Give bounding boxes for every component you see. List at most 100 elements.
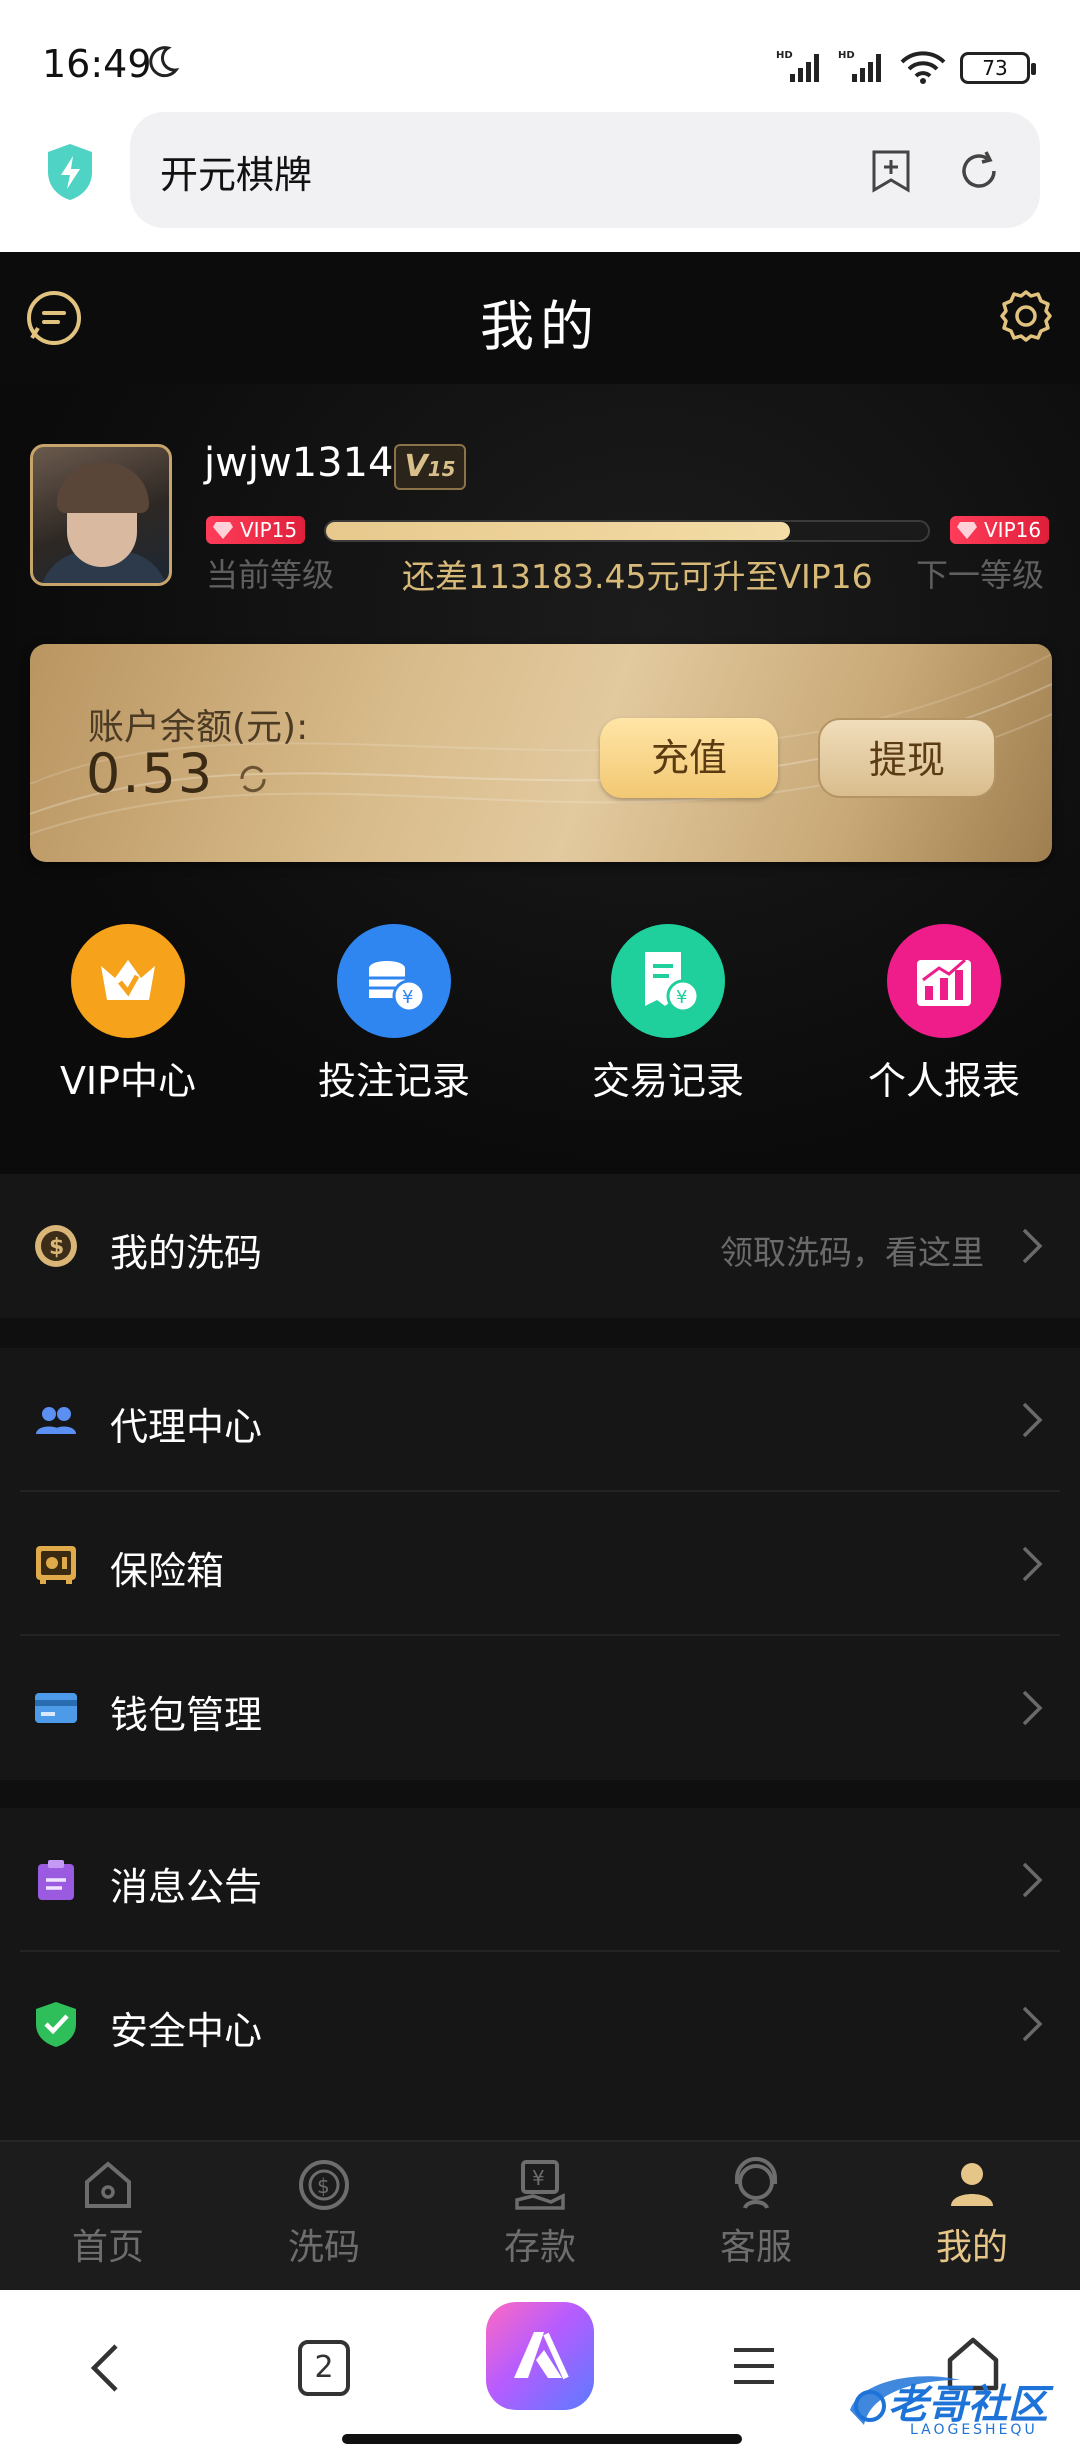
- tab-wash[interactable]: $ 洗码: [216, 2156, 432, 2270]
- menu-label: 消息公告: [110, 1865, 263, 1909]
- coins-icon: ¥: [337, 924, 451, 1038]
- shield-check-icon: [36, 2002, 76, 2047]
- users-icon: [36, 1407, 76, 1434]
- cell-signal-2-icon: HD: [838, 50, 881, 82]
- withdraw-button[interactable]: 提现: [818, 718, 996, 798]
- chevron-right-icon: [1022, 1690, 1043, 1726]
- cell-signal-icon: HD: [776, 50, 819, 82]
- menu-label: 安全中心: [110, 2009, 263, 2053]
- diamond-icon: [957, 522, 977, 539]
- app-header: 我的: [0, 252, 1080, 384]
- svg-text:$: $: [317, 2174, 330, 2198]
- page-title: 我的: [480, 295, 600, 358]
- svg-text:HD: HD: [838, 50, 855, 61]
- home-icon: [85, 2161, 131, 2208]
- status-time: 16:49: [42, 42, 152, 86]
- tab-label: 我的: [935, 2227, 1008, 2268]
- gear-icon[interactable]: [996, 286, 1056, 346]
- tab-mine[interactable]: 我的: [864, 2156, 1080, 2270]
- deposit-icon: ¥: [515, 2160, 565, 2210]
- tab-support[interactable]: 客服: [648, 2156, 864, 2270]
- system-navigation-bar: 2 老哥社区 LAOGESHEQU: [0, 2290, 1080, 2460]
- svg-text:HD: HD: [776, 50, 793, 61]
- menu-label: 代理中心: [110, 1405, 263, 1449]
- balance-card: 账户余额(元): 0.53 充值 提现: [30, 644, 1052, 862]
- quick-transaction-records[interactable]: ¥ 交易记录: [558, 924, 778, 1105]
- menu-label: 我的洗码: [110, 1231, 263, 1275]
- status-bar: 16:49 HD HD 73: [0, 0, 1080, 110]
- reload-icon[interactable]: [956, 148, 1002, 194]
- tab-label: 客服: [719, 2227, 792, 2268]
- menu-label: 钱包管理: [110, 1693, 263, 1737]
- tab-label: 首页: [71, 2227, 144, 2268]
- avatar[interactable]: [30, 444, 172, 586]
- menu-icon[interactable]: [730, 2342, 778, 2390]
- vip-progress-bar: [324, 520, 930, 542]
- wifi-icon: [900, 51, 946, 84]
- watermark-logo: 老哥社区 LAOGESHEQU: [840, 2364, 1070, 2448]
- menu-item-wash[interactable]: $ 我的洗码 领取洗码，看这里: [20, 1174, 1060, 1318]
- balance-amount: 0.53: [86, 742, 215, 805]
- refresh-icon[interactable]: [236, 762, 270, 796]
- svg-text:¥: ¥: [676, 987, 687, 1008]
- quick-label: 投注记录: [317, 1059, 470, 1103]
- chevron-right-icon: [1022, 1546, 1043, 1582]
- current-level-label: 当前等级: [206, 556, 335, 594]
- back-icon[interactable]: [86, 2340, 126, 2396]
- wash-icon: $: [299, 2160, 349, 2210]
- tab-deposit[interactable]: ¥ 存款: [432, 2156, 648, 2270]
- menu-item-safe[interactable]: 保险箱: [20, 1492, 1060, 1636]
- chevron-right-icon: [1022, 1862, 1043, 1898]
- menu-item-wallet[interactable]: 钱包管理: [20, 1636, 1060, 1780]
- tabs-count-button[interactable]: 2: [298, 2340, 350, 2396]
- quick-vip-center[interactable]: VIP中心: [18, 924, 238, 1105]
- address-bar[interactable]: 开元棋牌: [130, 112, 1040, 228]
- battery-indicator: 73: [960, 52, 1036, 84]
- page-title-text: 开元棋牌: [160, 153, 313, 197]
- clipboard-icon: [38, 1860, 74, 1900]
- svg-text:$: $: [49, 1235, 64, 1260]
- quick-personal-report[interactable]: 个人报表: [834, 924, 1054, 1105]
- tab-label: 洗码: [287, 2227, 360, 2268]
- browser-bar: 开元棋牌: [0, 110, 1080, 252]
- safe-icon: [36, 1546, 76, 1584]
- shield-icon[interactable]: [44, 142, 96, 202]
- chevron-right-icon: [1022, 2006, 1043, 2042]
- dollar-coin-icon: $: [35, 1225, 77, 1267]
- menu-group-wash: $ 我的洗码 领取洗码，看这里: [0, 1174, 1080, 1318]
- vip-level-badge: V15: [394, 444, 466, 490]
- profile-section: jwjw1314 V15 VIP15 VIP16 当前等级 还差113183.4…: [0, 384, 1080, 1174]
- svg-text:¥: ¥: [532, 2166, 545, 2190]
- card-icon: [35, 1693, 77, 1723]
- menu-group-info: 消息公告 安全中心: [0, 1808, 1080, 2140]
- menu-item-agent[interactable]: 代理中心: [20, 1348, 1060, 1492]
- bottom-tab-bar: 首页 $ 洗码 ¥ 存款 客服 我的: [0, 2140, 1080, 2290]
- chart-icon: [887, 924, 1001, 1038]
- ai-logo-icon: [514, 2332, 569, 2380]
- gesture-pill: [342, 2434, 742, 2444]
- recharge-button[interactable]: 充值: [600, 718, 778, 798]
- quick-label: 个人报表: [867, 1059, 1020, 1103]
- add-bookmark-icon[interactable]: [870, 148, 912, 194]
- tab-label: 存款: [503, 2227, 576, 2268]
- menu-item-notice[interactable]: 消息公告: [20, 1808, 1060, 1952]
- quick-label: VIP中心: [59, 1059, 197, 1103]
- moon-icon: [149, 46, 180, 78]
- upgrade-hint: 还差113183.45元可升至VIP16: [402, 557, 873, 596]
- user-icon: [951, 2163, 993, 2206]
- crown-icon: [71, 924, 185, 1038]
- support-icon: [735, 2157, 777, 2209]
- current-vip-tag: VIP15: [206, 516, 306, 544]
- chevron-right-icon: [1022, 1402, 1043, 1438]
- tab-home[interactable]: 首页: [0, 2156, 216, 2270]
- ai-assistant-button[interactable]: [486, 2302, 594, 2410]
- quick-label: 交易记录: [591, 1059, 744, 1103]
- menu-group-account: 代理中心 保险箱 钱包管理: [0, 1348, 1080, 1780]
- next-level-label: 下一等级: [916, 556, 1045, 594]
- menu-hint: 领取洗码，看这里: [720, 1233, 984, 1272]
- diamond-icon: [213, 522, 233, 539]
- menu-item-security[interactable]: 安全中心: [20, 1952, 1060, 2096]
- menu-label: 保险箱: [110, 1549, 225, 1593]
- chevron-right-icon: [1022, 1228, 1043, 1264]
- quick-bet-records[interactable]: ¥ 投注记录: [284, 924, 504, 1105]
